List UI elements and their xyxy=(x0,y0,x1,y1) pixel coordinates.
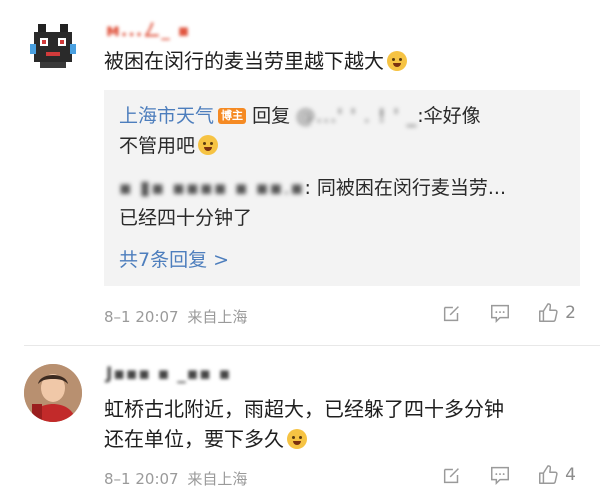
thumbs-up-icon xyxy=(539,465,558,484)
avatar[interactable] xyxy=(24,364,82,422)
comment-username[interactable]: J▪▪▪ ▪ _▪▪ ▪ xyxy=(106,364,231,384)
comment-text: 还在单位，要下多久 xyxy=(104,424,307,454)
comment-bubble-icon xyxy=(491,466,510,486)
timestamp: 8–1 20:07 xyxy=(104,470,179,488)
fearful-face-icon xyxy=(287,429,307,449)
comment-text-content: 还在单位，要下多久 xyxy=(104,427,284,451)
like-count: 4 xyxy=(565,465,576,485)
share-edit-icon xyxy=(444,468,460,484)
comment-text: 虹桥古北附近，雨超大，已经躲了四十多分钟 xyxy=(104,397,504,421)
reply-button[interactable] xyxy=(489,464,511,486)
comment-item: J▪▪▪ ▪ _▪▪ ▪ 虹桥古北附近，雨超大，已经躲了四十多分钟 还在单位，要… xyxy=(0,0,600,498)
profile-photo-icon xyxy=(24,364,82,422)
like-button[interactable]: 4 xyxy=(537,464,576,486)
share-button[interactable] xyxy=(441,464,463,486)
comment-actions: 4 xyxy=(415,464,576,486)
location-source: 来自上海 xyxy=(187,470,248,488)
comment-meta: 8–1 20:07 来自上海 xyxy=(104,468,247,489)
